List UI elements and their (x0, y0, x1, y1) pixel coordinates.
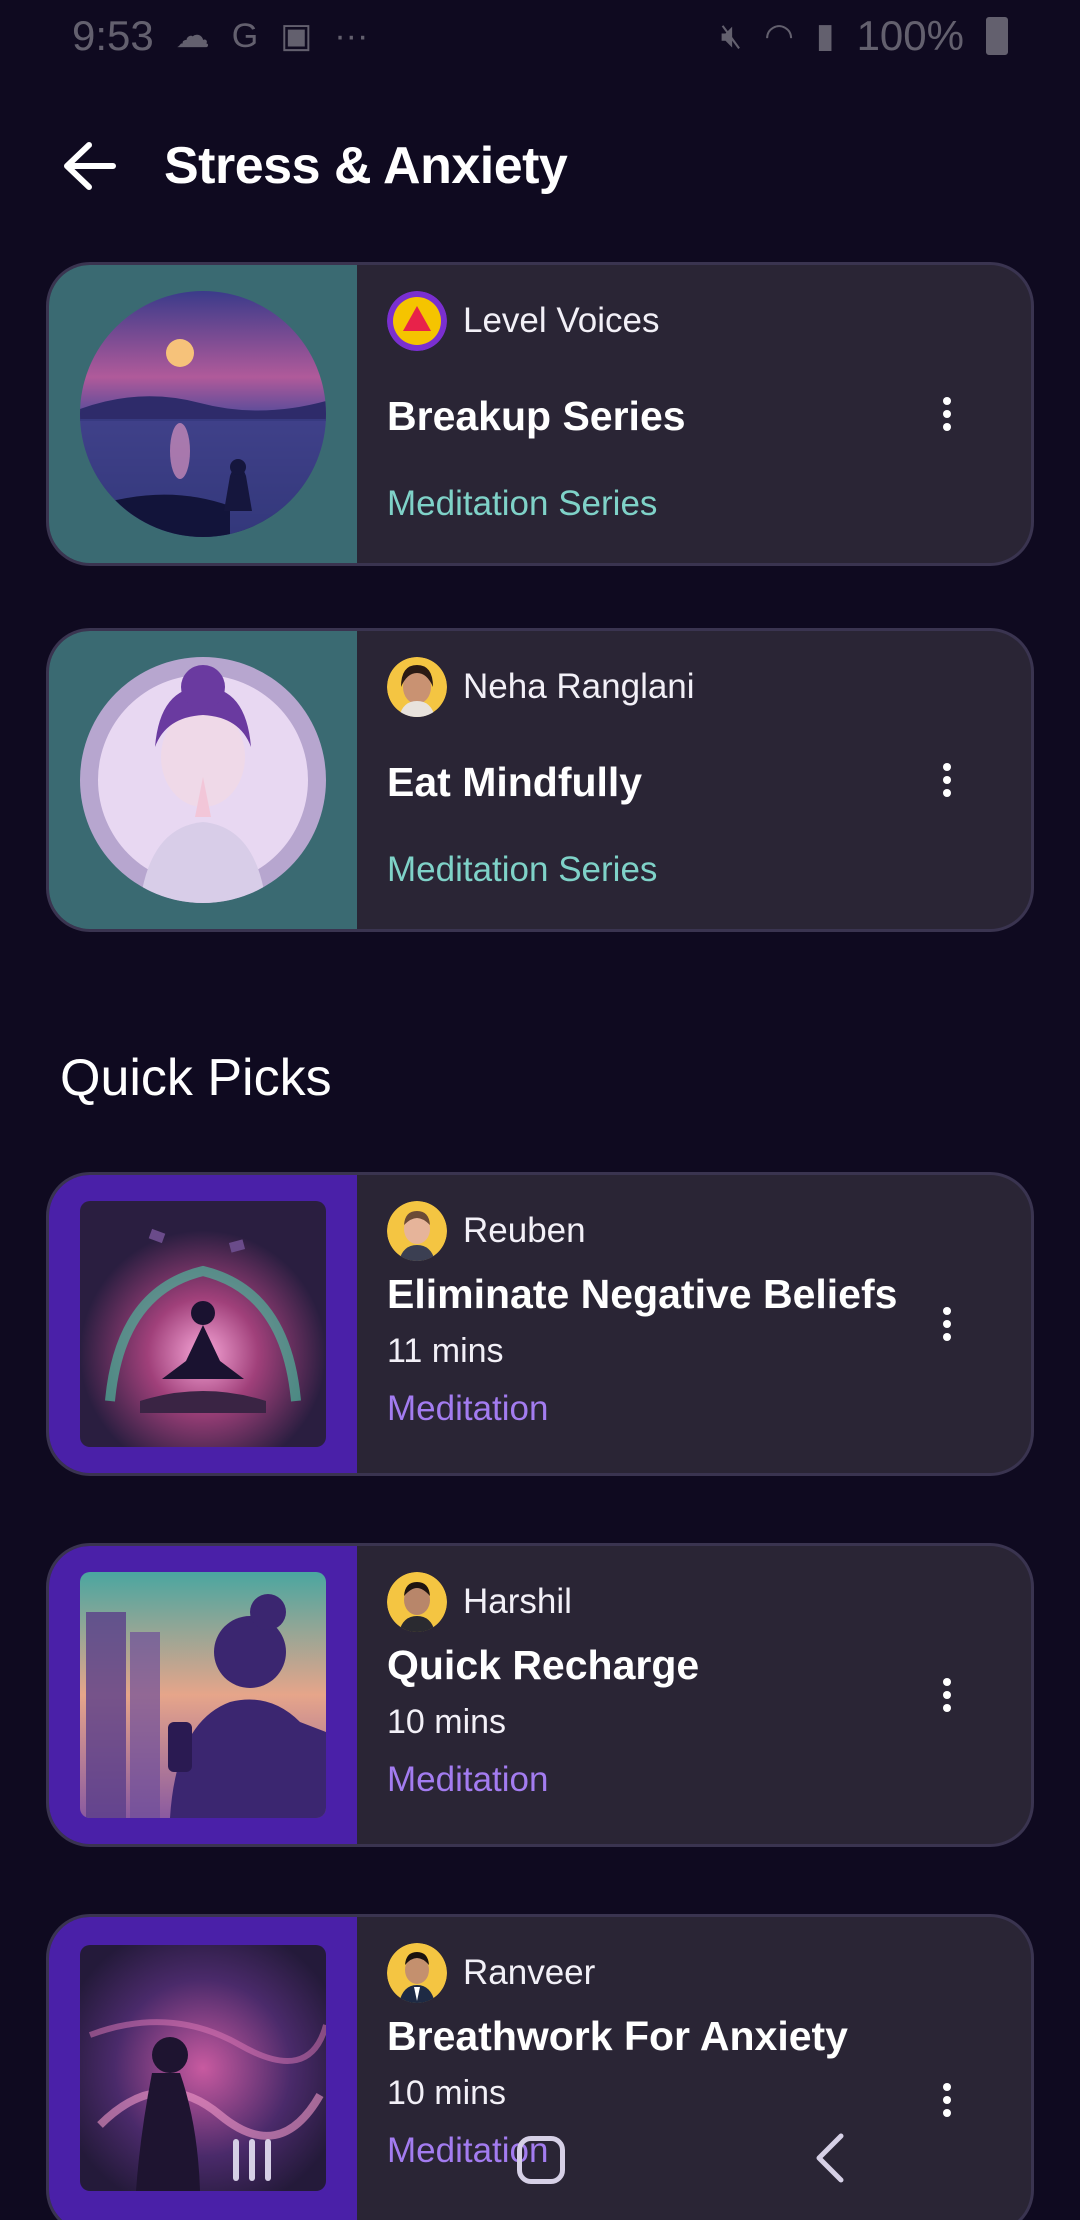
card-media (49, 265, 357, 563)
city-woman-image (80, 1572, 326, 1818)
reuben-avatar (387, 1201, 447, 1261)
meditation-book-image (80, 1201, 326, 1447)
series-card-breakup[interactable]: Level Voices Breakup Series Meditation S… (46, 262, 1034, 566)
teams-icon: ▣ (280, 17, 313, 55)
author-row: Harshil (387, 1570, 1031, 1634)
author-row: Reuben (387, 1199, 1031, 1263)
section-title-quick-picks: Quick Picks (60, 1049, 332, 1107)
status-bar: 9:53 ☁ G ▣ ··· 🔇︎ ◠ ▮ 100% (0, 0, 1080, 72)
praying-woman-image (80, 657, 326, 903)
recents-button[interactable] (233, 2139, 271, 2181)
google-icon: G (231, 16, 259, 55)
system-back-button[interactable] (811, 2132, 847, 2189)
more-options-button[interactable] (927, 745, 967, 815)
author-row: Neha Ranglani (387, 655, 1031, 719)
neha-ranglani-avatar (387, 657, 447, 717)
level-voices-avatar (387, 291, 447, 351)
more-options-button[interactable] (927, 379, 967, 449)
battery-icon (986, 17, 1008, 55)
home-button[interactable] (517, 2136, 565, 2184)
author-row: Level Voices (387, 289, 1031, 353)
card-title: Breathwork For Anxiety (387, 2013, 848, 2059)
more-options-button[interactable] (927, 1660, 967, 1730)
card-type: Meditation Series (387, 484, 658, 523)
status-time: 9:53 (72, 12, 154, 59)
chevron-left-icon (816, 2133, 844, 2182)
author-name: Neha Ranglani (463, 667, 695, 706)
mute-icon: 🔇︎ (720, 16, 743, 55)
page-title: Stress & Anxiety (164, 137, 568, 195)
signal-icon: ▮ (815, 17, 835, 55)
quick-pick-card[interactable]: Harshil Quick Recharge 10 mins Meditatio… (46, 1543, 1034, 1847)
page-header: Stress & Anxiety (0, 118, 1080, 214)
more-options-button[interactable] (927, 1289, 967, 1359)
series-card-eat-mindfully[interactable]: Neha Ranglani Eat Mindfully Meditation S… (46, 628, 1034, 932)
author-name: Level Voices (463, 301, 660, 340)
battery-level: 100% (856, 12, 964, 59)
card-media (49, 1175, 357, 1473)
wifi-icon: ◠ (764, 17, 794, 55)
card-type: Meditation Series (387, 850, 658, 889)
card-type: Meditation (387, 1760, 549, 1799)
back-button[interactable] (54, 131, 124, 201)
lake-meditation-image (80, 291, 326, 537)
author-name: Reuben (463, 1211, 586, 1250)
card-media (49, 1546, 357, 1844)
harshil-avatar (387, 1572, 447, 1632)
more-dots-icon: ··· (334, 16, 369, 55)
arrow-left-icon (64, 142, 116, 190)
quick-pick-card[interactable]: Reuben Eliminate Negative Beliefs 11 min… (46, 1172, 1034, 1476)
author-name: Ranveer (463, 1953, 596, 1992)
card-type: Meditation (387, 1389, 549, 1428)
author-name: Harshil (463, 1582, 572, 1621)
card-media (49, 631, 357, 929)
author-row: Ranveer (387, 1941, 1031, 2005)
ranveer-avatar (387, 1943, 447, 2003)
cloud-icon: ☁ (175, 17, 210, 55)
system-nav-bar (0, 2100, 1080, 2220)
